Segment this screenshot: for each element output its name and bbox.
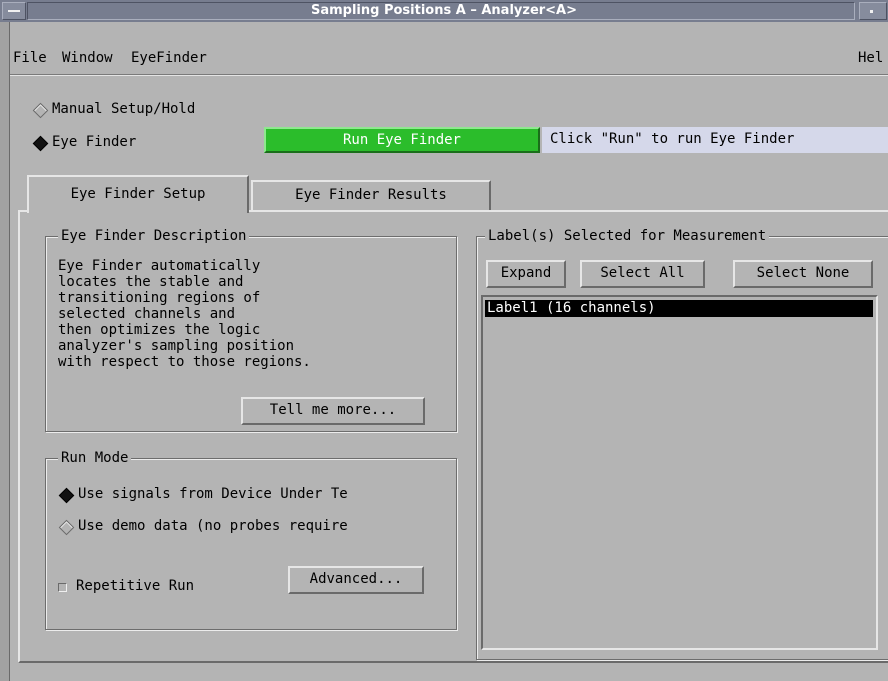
- status-field: Click "Run" to run Eye Finder: [542, 127, 888, 153]
- radio-unselected-icon: [58, 519, 75, 536]
- demo-data-label: Use demo data (no probes require: [78, 518, 348, 534]
- demo-data-radio[interactable]: Use demo data (no probes require: [58, 517, 454, 537]
- list-item[interactable]: Label1 (16 channels): [485, 300, 873, 317]
- tab-eye-finder-setup[interactable]: Eye Finder Setup: [27, 175, 249, 213]
- run-mode-legend: Run Mode: [58, 450, 132, 466]
- select-none-button[interactable]: Select None: [733, 260, 873, 288]
- description-line: analyzer's sampling position: [58, 338, 295, 354]
- menu-eyefinder[interactable]: EyeFinder: [131, 50, 207, 66]
- run-mode-group: Run Mode Use signals from Device Under T…: [45, 450, 457, 630]
- radio-unselected-icon: [32, 102, 49, 119]
- run-eye-finder-button[interactable]: Run Eye Finder: [264, 127, 540, 153]
- description-line: selected channels and: [58, 306, 236, 322]
- tab-eye-finder-results[interactable]: Eye Finder Results: [251, 180, 491, 211]
- window-frame-left: [0, 22, 10, 681]
- manual-setup-radio[interactable]: Manual Setup/Hold: [32, 101, 273, 119]
- description-legend: Eye Finder Description: [58, 228, 250, 244]
- labels-list[interactable]: Label1 (16 channels): [481, 295, 878, 650]
- select-all-button[interactable]: Select All: [580, 260, 705, 288]
- description-line: then optimizes the logic: [58, 322, 261, 338]
- description-group: Eye Finder Description Eye Finder automa…: [45, 228, 457, 432]
- tell-me-more-button[interactable]: Tell me more...: [241, 397, 425, 425]
- menu-bar: File Window EyeFinder Hel: [10, 44, 888, 75]
- device-under-test-label: Use signals from Device Under Te: [78, 486, 348, 502]
- expand-button[interactable]: Expand: [486, 260, 566, 288]
- window-title: Sampling Positions A – Analyzer<A>: [310, 3, 578, 18]
- labels-legend: Label(s) Selected for Measurement: [485, 228, 770, 244]
- description-line: with respect to those regions.: [58, 354, 311, 370]
- eye-finder-label: Eye Finder: [52, 134, 137, 150]
- menu-help[interactable]: Hel: [858, 50, 883, 66]
- minimize-icon: [870, 10, 873, 13]
- menu-file[interactable]: File: [13, 50, 47, 66]
- tab-setup-label: Eye Finder Setup: [70, 186, 206, 202]
- menu-window[interactable]: Window: [62, 50, 113, 66]
- eye-finder-radio[interactable]: Eye Finder: [32, 134, 183, 152]
- checkbox-icon: [58, 583, 67, 592]
- description-line: Eye Finder automatically: [58, 258, 261, 274]
- radio-selected-icon: [32, 135, 49, 152]
- repetitive-run-checkbox[interactable]: Repetitive Run: [58, 577, 258, 597]
- device-under-test-radio[interactable]: Use signals from Device Under Te: [58, 485, 454, 505]
- radio-selected-icon: [58, 487, 75, 504]
- manual-setup-label: Manual Setup/Hold: [52, 101, 196, 117]
- description-line: locates the stable and: [58, 274, 244, 290]
- minimize-button[interactable]: [859, 2, 887, 20]
- tab-results-label: Eye Finder Results: [295, 187, 447, 203]
- repetitive-run-label: Repetitive Run: [76, 578, 195, 594]
- description-line: transitioning regions of: [58, 290, 261, 306]
- title-bar: Sampling Positions A – Analyzer<A>: [0, 0, 888, 22]
- advanced-button[interactable]: Advanced...: [288, 566, 424, 594]
